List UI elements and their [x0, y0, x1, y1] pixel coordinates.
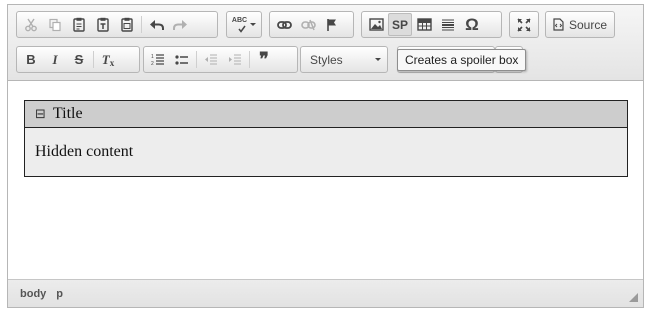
editor-toolbar: ABC SP Ω Source B I S T x 1 2 ❞ Styles	[8, 5, 643, 81]
paste-icon[interactable]	[67, 13, 91, 36]
spellcheck-label: ABC	[231, 17, 248, 24]
basic-styles-group: B I S Tx	[16, 46, 140, 73]
spoiler-tooltip: Creates a spoiler box	[397, 49, 527, 71]
blockquote-icon[interactable]: ❞	[252, 48, 276, 71]
spoiler-button[interactable]: SP	[388, 13, 412, 36]
chevron-down-icon	[375, 58, 381, 61]
spellcheck-group: ABC	[226, 11, 262, 38]
copy-icon[interactable]	[43, 13, 67, 36]
resize-handle-icon[interactable]	[629, 293, 638, 302]
links-group	[269, 11, 354, 38]
cut-icon[interactable]	[19, 13, 43, 36]
source-button[interactable]: Source	[548, 13, 612, 36]
svg-text:1: 1	[151, 54, 154, 60]
remove-format-label: T	[101, 52, 110, 67]
paragraph-group: 12 ❞	[143, 46, 298, 73]
spoiler-body[interactable]: Hidden content	[25, 128, 627, 176]
bold-button[interactable]: B	[19, 48, 43, 71]
spellcheck-icon[interactable]: ABC	[229, 13, 259, 36]
editor-content[interactable]: ⊟ Title Hidden content	[8, 82, 643, 279]
bulleted-list-icon[interactable]	[170, 48, 194, 71]
styles-label: Styles	[310, 52, 343, 67]
spoiler-title: Title	[52, 105, 83, 122]
link-icon[interactable]	[272, 13, 296, 36]
unlink-icon[interactable]	[296, 13, 320, 36]
source-group: Source	[545, 11, 615, 38]
strikethrough-button[interactable]: S	[67, 48, 91, 71]
remove-format-button[interactable]: Tx	[96, 48, 120, 71]
anchor-icon[interactable]	[320, 13, 344, 36]
paste-text-icon[interactable]	[91, 13, 115, 36]
spoiler-box[interactable]: ⊟ Title Hidden content	[24, 100, 628, 177]
spoiler-content: Hidden content	[35, 143, 134, 160]
insert-group: SP Ω	[361, 11, 502, 38]
special-char-icon[interactable]: Ω	[460, 13, 484, 36]
table-icon[interactable]	[412, 13, 436, 36]
styles-dropdown[interactable]: Styles	[300, 46, 388, 73]
toolbar-separator	[196, 51, 197, 68]
numbered-list-icon[interactable]: 12	[146, 48, 170, 71]
decrease-indent-icon[interactable]	[199, 48, 223, 71]
horizontal-rule-icon[interactable]	[436, 13, 460, 36]
maximize-group	[509, 11, 539, 38]
path-item-body[interactable]: body	[20, 288, 46, 300]
clipboard-group	[16, 11, 218, 38]
rich-text-editor: ABC SP Ω Source B I S T x 1 2 ❞ Styles ⊟…	[7, 4, 644, 308]
source-icon	[553, 18, 564, 31]
undo-icon[interactable]	[144, 13, 168, 36]
redo-icon[interactable]	[168, 13, 192, 36]
source-label: Source	[568, 17, 607, 32]
spoiler-header[interactable]: ⊟ Title	[25, 101, 627, 128]
image-icon[interactable]	[364, 13, 388, 36]
toolbar-separator	[249, 51, 250, 68]
increase-indent-icon[interactable]	[223, 48, 247, 71]
toolbar-separator	[141, 16, 142, 33]
toolbar-separator	[93, 51, 94, 68]
collapse-icon[interactable]: ⊟	[35, 107, 46, 122]
chevron-down-icon	[250, 23, 257, 26]
italic-button[interactable]: I	[43, 48, 67, 71]
maximize-icon[interactable]	[512, 13, 536, 36]
element-path-bar: body p	[8, 279, 643, 307]
svg-text:2: 2	[151, 61, 154, 66]
path-item-p[interactable]: p	[56, 288, 63, 300]
paste-from-word-icon[interactable]	[115, 13, 139, 36]
